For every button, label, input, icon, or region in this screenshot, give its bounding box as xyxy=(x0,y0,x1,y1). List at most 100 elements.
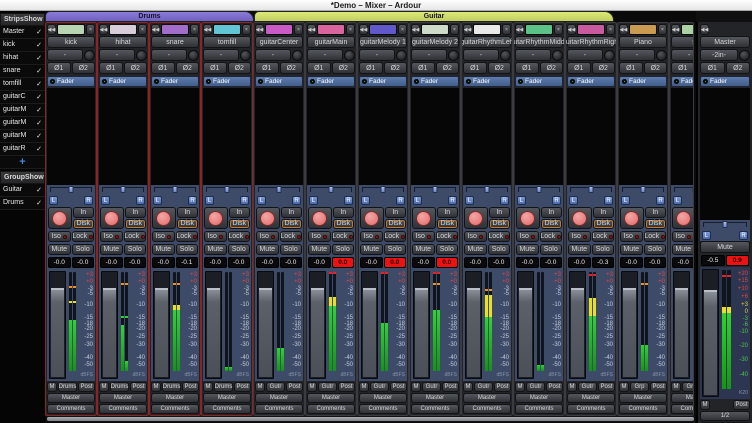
fader[interactable] xyxy=(205,271,222,379)
peak-display[interactable]: -0.1 xyxy=(176,257,199,268)
phase-2-button[interactable]: Ø2 xyxy=(280,62,304,74)
pan-left-button[interactable]: L xyxy=(361,196,370,205)
processor-active-led[interactable] xyxy=(362,79,367,84)
monitor-disk-button[interactable]: Disk xyxy=(489,219,511,230)
pan-right-button[interactable]: R xyxy=(500,196,509,205)
solo-button[interactable]: Solo xyxy=(124,244,147,255)
metering-button[interactable]: M xyxy=(47,382,57,392)
metering-button[interactable]: M xyxy=(359,382,369,392)
input-button[interactable]: - xyxy=(255,49,291,61)
solo-lock-button[interactable]: Lock xyxy=(488,231,511,242)
pan-left-button[interactable]: L xyxy=(465,196,474,205)
hide-strip-icon[interactable]: × xyxy=(554,24,563,35)
hide-strip-icon[interactable]: × xyxy=(242,24,251,35)
processor-active-led[interactable] xyxy=(466,79,471,84)
show-checkbox[interactable]: ✓ xyxy=(36,41,42,49)
strip-width-icon[interactable]: ◀◀ xyxy=(463,24,472,35)
mute-button[interactable]: Mute xyxy=(100,244,123,255)
input-button[interactable]: - xyxy=(47,49,83,61)
pan-slider[interactable] xyxy=(381,186,386,193)
monitor-input-button[interactable]: In xyxy=(73,207,95,218)
comments-button[interactable]: Comments xyxy=(515,404,563,414)
monitor-input-button[interactable]: In xyxy=(385,207,407,218)
color-chip[interactable] xyxy=(421,24,449,35)
comments-button[interactable]: Comments xyxy=(359,404,407,414)
solo-isolate-button[interactable]: Iso xyxy=(308,231,331,242)
metering-button[interactable]: M xyxy=(411,382,421,392)
processor-box[interactable] xyxy=(411,88,459,185)
fader-processor-entry[interactable]: Fader xyxy=(671,76,694,87)
color-chip[interactable] xyxy=(317,24,345,35)
pan-slider[interactable] xyxy=(69,186,74,193)
processor-box[interactable] xyxy=(203,88,251,185)
processor-active-led[interactable] xyxy=(102,79,107,84)
strip-width-icon[interactable]: ◀◀ xyxy=(359,24,368,35)
comments-button[interactable]: Comments xyxy=(255,404,303,414)
hide-strip-icon[interactable]: × xyxy=(502,24,511,35)
color-chip[interactable] xyxy=(681,24,694,35)
peak-display[interactable]: -0.3 xyxy=(592,257,615,268)
horizontal-scrollbar[interactable] xyxy=(46,416,695,422)
strip-name-button[interactable]: snare xyxy=(151,36,199,48)
color-chip[interactable] xyxy=(629,24,657,35)
master-input-button[interactable]: -2in- xyxy=(700,49,738,61)
pan-control[interactable] xyxy=(671,185,694,195)
monitor-disk-button[interactable]: Disk xyxy=(125,219,147,230)
color-chip[interactable] xyxy=(369,24,397,35)
sidebar-strip-row[interactable]: guitarC ✓ xyxy=(0,91,45,104)
meter-point-button[interactable]: Post xyxy=(650,382,667,392)
metering-button[interactable]: M xyxy=(671,382,681,392)
color-chip[interactable] xyxy=(213,24,241,35)
output-button[interactable]: Master xyxy=(47,393,95,403)
processor-active-led[interactable] xyxy=(258,79,263,84)
monitor-input-button[interactable]: In xyxy=(281,207,303,218)
trim-knob[interactable] xyxy=(396,50,407,61)
solo-button[interactable]: Solo xyxy=(592,244,615,255)
phase-1-button[interactable]: Ø1 xyxy=(151,62,175,74)
peak-display[interactable]: 0.9 xyxy=(726,255,750,266)
show-checkbox[interactable]: ✓ xyxy=(36,199,42,207)
solo-lock-button[interactable]: Lock xyxy=(592,231,615,242)
gain-display[interactable]: -0.0 xyxy=(152,257,175,268)
monitor-disk-button[interactable]: Disk xyxy=(229,219,251,230)
strip-name-button[interactable]: kick xyxy=(47,36,95,48)
fader-handle[interactable] xyxy=(519,288,532,377)
input-button[interactable]: - xyxy=(411,49,447,61)
strip-name-button[interactable]: hihat xyxy=(99,36,147,48)
pan-left-button[interactable]: L xyxy=(702,231,711,240)
sidebar-strip-row[interactable]: tomfill ✓ xyxy=(0,78,45,91)
comments-button[interactable]: Comments xyxy=(307,404,355,414)
processor-active-led[interactable] xyxy=(310,79,315,84)
processor-box[interactable] xyxy=(359,88,407,185)
gain-display[interactable]: -0.0 xyxy=(48,257,71,268)
sidebar-strip-row[interactable]: Master ✓ xyxy=(0,26,45,39)
input-button[interactable]: - xyxy=(307,49,343,61)
strip-name-button[interactable]: guitarMain xyxy=(307,36,355,48)
solo-isolate-button[interactable]: Iso xyxy=(256,231,279,242)
monitor-disk-button[interactable]: Disk xyxy=(437,219,459,230)
phase-1-button[interactable]: Ø1 xyxy=(671,62,694,74)
processor-box[interactable] xyxy=(151,88,199,185)
solo-isolate-button[interactable]: Iso xyxy=(620,231,643,242)
phase-2-button[interactable]: Ø2 xyxy=(488,62,512,74)
fader-handle[interactable] xyxy=(311,288,324,377)
trim-knob[interactable] xyxy=(604,50,615,61)
pan-left-button[interactable]: L xyxy=(205,196,214,205)
show-checkbox[interactable]: ✓ xyxy=(36,80,42,88)
trim-knob[interactable] xyxy=(500,50,511,61)
color-chip[interactable] xyxy=(161,24,189,35)
pan-control[interactable] xyxy=(567,185,615,195)
show-checkbox[interactable]: ✓ xyxy=(36,119,42,127)
processor-box[interactable] xyxy=(47,88,95,185)
fader-processor-entry[interactable]: Fader xyxy=(151,76,199,87)
input-button[interactable]: - xyxy=(203,49,239,61)
phase-1-button[interactable]: Ø1 xyxy=(203,62,227,74)
fader-processor-entry[interactable]: Fader xyxy=(463,76,511,87)
fader-handle[interactable] xyxy=(103,288,116,377)
fader-handle[interactable] xyxy=(207,288,220,377)
strip-name-button[interactable]: guitarMelody 1 xyxy=(359,36,407,48)
group-button[interactable]: Drums xyxy=(58,382,77,392)
pan-control[interactable] xyxy=(515,185,563,195)
solo-lock-button[interactable]: Lock xyxy=(72,231,95,242)
fader-handle[interactable] xyxy=(675,288,688,377)
